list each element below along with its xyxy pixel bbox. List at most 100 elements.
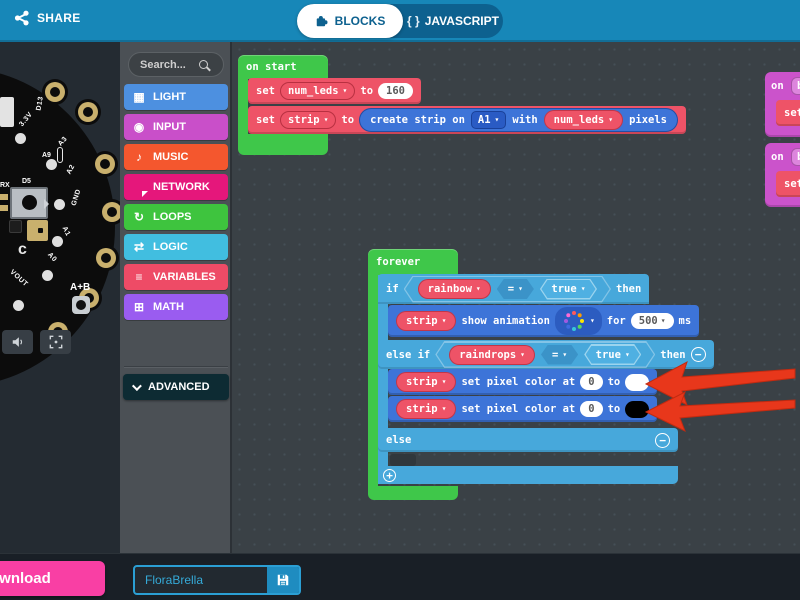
button-dropdown[interactable]: bu [791,77,800,95]
sidebar-item-logic[interactable]: ⇄ LOGIC [124,234,228,260]
index-input[interactable]: 0 [580,374,602,390]
chevron-down-icon: ▾ [562,351,567,359]
if-block-wall [378,275,388,484]
forever-bottom [368,486,458,500]
operator-dropdown[interactable]: = ▾ [497,279,534,299]
language-toggle: BLOCKS { } JAVASCRIPT [297,4,503,38]
sidebar-item-input[interactable]: ◉ INPUT [124,114,228,140]
makecode-editor: SHARE BLOCKS { } JAVASCRIPT 3.3V A3 A2 G… [0,0,800,600]
forever-block[interactable]: forever [368,249,458,276]
repeat-icon: ↻ [132,210,146,224]
else-if-row[interactable]: else if raindrops ▾ = ▾ true ▾ then − [378,340,714,369]
share-icon [14,10,30,26]
calculator-icon: ⊞ [132,300,146,314]
blocks-workspace[interactable]: on start set num_leds ▾ to 160 set strip… [232,42,800,553]
if-block-footer[interactable]: + [378,466,678,484]
animation-dropdown[interactable]: ▾ [555,307,602,335]
create-strip-block[interactable]: create strip on A1 ▾ with num_leds ▾ pix… [359,108,678,132]
ab-button[interactable] [72,296,90,314]
puzzle-icon [315,14,329,28]
set-variable-block[interactable]: set num_leds ▾ to 160 [248,78,421,104]
condition-slot: rainbow ▾ = ▾ true ▾ [404,276,611,303]
toolbox-divider [124,366,228,368]
button-dropdown[interactable]: bu [791,148,800,166]
show-animation-block[interactable]: strip ▾ show animation ▾ for 500 ▾ ms [388,305,699,337]
color-picker-white[interactable] [625,374,649,391]
board-pad [42,79,68,105]
variable-pill[interactable]: strip ▾ [396,372,456,392]
share-button[interactable]: SHARE [14,10,81,26]
collapse-branch-icon[interactable]: − [655,433,670,448]
category-label: INPUT [153,121,186,133]
duration-dropdown[interactable]: 500 ▾ [631,313,674,329]
set-variable-block[interactable]: set [776,171,800,197]
variable-dropdown[interactable]: num_leds ▾ [280,82,355,100]
header-bar: SHARE BLOCKS { } JAVASCRIPT [0,0,800,42]
on-button-block[interactable]: on bu set [765,72,800,137]
tab-javascript[interactable]: { } JAVASCRIPT [403,4,503,38]
on-start-wall [238,79,248,134]
variable-pill[interactable]: raindrops ▾ [449,345,535,365]
on-button-block[interactable]: on bu set [765,143,800,207]
led-dot [54,199,65,210]
sidebar-item-loops[interactable]: ↻ LOOPS [124,204,228,230]
board-pad [75,99,101,125]
sidebar-item-music[interactable]: ♪ MUSIC [124,144,228,170]
variable-pill[interactable]: strip ▾ [396,311,456,331]
if-block-row[interactable]: if rainbow ▾ = ▾ true ▾ then [378,274,649,304]
sidebar-item-light[interactable]: ▦ LIGHT [124,84,228,110]
index-input[interactable]: 0 [580,401,602,417]
pin-dropdown[interactable]: A1 ▾ [471,111,506,129]
boolean-dropdown[interactable]: true ▾ [584,344,641,365]
sidebar-item-network[interactable]: NETWORK [124,174,228,200]
number-input[interactable]: 160 [378,83,413,99]
toolbox-search[interactable] [128,52,224,77]
variable-pill[interactable]: rainbow ▾ [418,279,491,299]
empty-statement-notch [390,454,416,466]
search-icon [199,60,208,69]
search-input[interactable] [129,59,197,71]
category-label: VARIABLES [153,271,216,283]
sidebar-item-math[interactable]: ⊞ MATH [124,294,228,320]
chevron-down-icon: ▾ [442,317,447,325]
grid-icon: ▦ [132,90,146,104]
operator-dropdown[interactable]: = ▾ [541,345,578,365]
list-icon: ≡ [132,270,146,284]
led-dot [42,270,53,281]
slide-switch[interactable] [10,187,48,219]
chevron-down-icon: ▾ [476,285,481,293]
add-branch-icon[interactable]: + [383,469,396,482]
on-start-block[interactable]: on start [238,55,328,79]
set-variable-block[interactable]: set strip ▾ to create strip on A1 ▾ with… [248,106,686,134]
save-button[interactable] [267,567,299,593]
variable-pill[interactable]: strip ▾ [396,399,456,419]
variable-name: num_leds [288,85,339,97]
forever-label: forever [376,256,420,268]
tab-blocks[interactable]: BLOCKS [297,4,403,38]
set-pixel-color-block[interactable]: strip ▾ set pixel color at 0 to [388,369,657,395]
else-row[interactable]: else − [378,428,678,452]
then-keyword: then [660,349,685,361]
set-pixel-color-block[interactable]: strip ▾ set pixel color at 0 to [388,396,657,422]
board-pad [93,245,119,271]
collapse-branch-icon[interactable]: − [691,347,706,362]
screenshot-button[interactable] [40,330,71,354]
category-label: LIGHT [153,91,186,103]
project-name-input[interactable] [135,567,267,593]
tab-javascript-label: JAVASCRIPT [425,14,499,28]
sidebar-item-variables[interactable]: ≡ VARIABLES [124,264,228,290]
category-label: NETWORK [153,181,210,193]
color-picker-black[interactable] [625,401,649,418]
mute-button[interactable] [2,330,33,354]
boolean-dropdown[interactable]: true ▾ [540,279,597,300]
variable-dropdown[interactable]: strip ▾ [280,111,336,129]
sidebar-item-advanced[interactable]: ADVANCED [123,374,229,400]
set-variable-block[interactable]: set [776,100,800,126]
save-icon [276,573,290,587]
category-label: MATH [153,301,184,313]
chevron-down-icon: ▾ [518,285,523,293]
d5-label: D5 [22,178,31,185]
led-dot [46,159,57,170]
download-button[interactable]: Download [0,561,105,596]
variable-pill[interactable]: num_leds ▾ [544,110,623,130]
